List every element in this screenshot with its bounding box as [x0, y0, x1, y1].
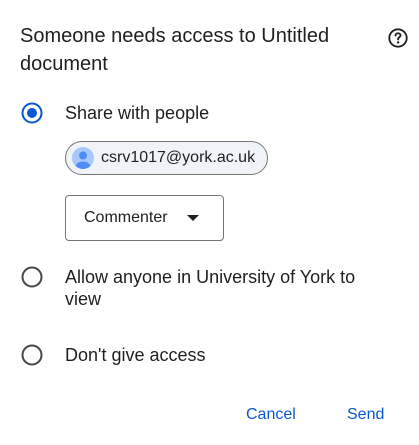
radio-unselected-icon[interactable]: [21, 344, 43, 366]
option-label-share: Share with people: [65, 103, 210, 123]
requester-email: csrv1017@york.ac.uk: [101, 149, 256, 166]
option-label-no-access: Don't give access: [65, 345, 206, 365]
option-allow-anyone-in-org[interactable]: Allow anyone in University of York to vi…: [21, 266, 401, 310]
role-dropdown-value: Commenter: [84, 209, 168, 226]
cancel-button[interactable]: Cancel: [240, 402, 302, 428]
access-request-dialog: Someone needs access to Untitled documen…: [0, 0, 419, 445]
option-share-with-people[interactable]: Share with people: [21, 102, 209, 124]
help-circle-icon[interactable]: [387, 27, 409, 49]
send-button[interactable]: Send: [341, 402, 390, 428]
person-icon: [72, 147, 94, 169]
option-dont-give-access[interactable]: Don't give access: [21, 344, 206, 366]
role-dropdown[interactable]: Commenter: [65, 195, 224, 241]
option-label-anyone: Allow anyone in University of York to vi…: [65, 267, 356, 309]
radio-selected-icon[interactable]: [21, 102, 43, 124]
dialog-title: Someone needs access to Untitled documen…: [20, 25, 330, 75]
dropdown-caret-icon: [187, 215, 199, 221]
requester-chip: csrv1017@york.ac.uk: [65, 141, 269, 175]
radio-unselected-icon[interactable]: [21, 266, 43, 288]
